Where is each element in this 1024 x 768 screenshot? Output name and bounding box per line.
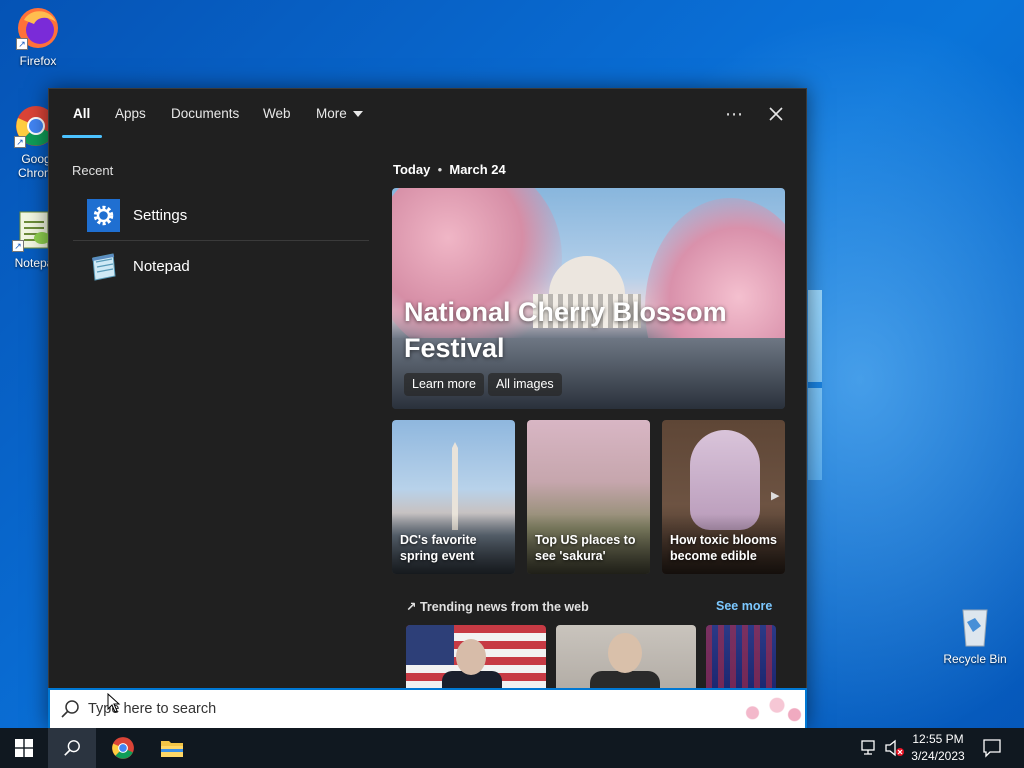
- gear-icon: [87, 199, 120, 232]
- trending-thumbnail[interactable]: [406, 625, 546, 689]
- trending-up-icon: ↗: [406, 600, 417, 614]
- taskbar-clock[interactable]: 12:55 PM 3/24/2023: [905, 731, 971, 765]
- desktop-icon-recycle-bin[interactable]: Recycle Bin: [937, 604, 1013, 666]
- windows-icon: [15, 739, 33, 757]
- notification-center-icon[interactable]: [982, 738, 1002, 768]
- search-tabs: All Apps Documents Web More ⋯: [49, 89, 806, 139]
- recent-item-label: Notepad: [133, 258, 190, 275]
- tab-all[interactable]: All: [73, 106, 90, 121]
- recent-item-notepad[interactable]: Notepad: [73, 241, 369, 291]
- trending-thumbnail[interactable]: [706, 625, 776, 689]
- recent-item-settings[interactable]: Settings: [73, 190, 369, 240]
- news-card[interactable]: Top US places to see 'sakura': [527, 420, 650, 574]
- chevron-down-icon: [352, 111, 363, 118]
- desktop-icon-label: Firefox: [19, 54, 57, 68]
- learn-more-button[interactable]: Learn more: [404, 373, 484, 396]
- network-icon[interactable]: [860, 739, 880, 768]
- recycle-bin-icon: [953, 604, 997, 648]
- trending-heading: ↗ Trending news from the web: [406, 599, 589, 614]
- search-icon: [61, 700, 79, 718]
- tab-documents[interactable]: Documents: [171, 106, 239, 121]
- mouse-cursor-icon: [107, 693, 121, 713]
- taskbar: 12:55 PM 3/24/2023: [0, 728, 1024, 768]
- tab-more[interactable]: More: [316, 106, 363, 121]
- trending-title: Trending news from the web: [419, 600, 589, 614]
- wallpaper-logo-glow: [808, 290, 822, 480]
- trending-thumbnail[interactable]: [556, 625, 696, 689]
- recent-heading: Recent: [72, 163, 114, 178]
- tab-more-label: More: [316, 106, 347, 121]
- today-date-header: Today • March 24: [393, 162, 506, 177]
- all-images-button[interactable]: All images: [488, 373, 562, 396]
- desktop-icon-label: Recycle Bin: [943, 652, 1007, 666]
- active-tab-indicator: [62, 135, 102, 138]
- news-card[interactable]: How toxic blooms become edible: [662, 420, 785, 574]
- volume-muted-icon[interactable]: [884, 739, 906, 768]
- taskbar-search-box: [48, 688, 807, 728]
- taskbar-chrome[interactable]: [99, 728, 147, 768]
- news-card[interactable]: DC's favorite spring event: [392, 420, 515, 574]
- firefox-icon: ↗: [16, 6, 60, 50]
- folder-icon: [161, 741, 183, 757]
- see-more-link[interactable]: See more: [716, 599, 772, 613]
- ellipsis-icon[interactable]: ⋯: [719, 101, 749, 127]
- hero-card[interactable]: National Cherry Blossom Festival Learn m…: [392, 188, 785, 409]
- search-icon: [64, 740, 80, 756]
- start-button[interactable]: [0, 728, 48, 768]
- recent-item-label: Settings: [133, 207, 188, 224]
- card-title: How toxic blooms become edible: [670, 533, 777, 563]
- desktop-icon-firefox[interactable]: ↗ Firefox: [0, 6, 76, 68]
- today-label: Today: [393, 162, 431, 177]
- today-date: March 24: [449, 162, 506, 177]
- taskbar-search-button[interactable]: [48, 728, 96, 768]
- clock-time: 12:55 PM: [912, 732, 964, 746]
- date-separator: •: [437, 162, 443, 177]
- tab-apps[interactable]: Apps: [115, 106, 146, 121]
- taskbar-file-explorer[interactable]: [148, 728, 196, 768]
- notepad-icon: [87, 250, 120, 283]
- card-title: DC's favorite spring event: [400, 533, 477, 563]
- chevron-right-icon[interactable]: ▶: [771, 489, 779, 502]
- tab-web[interactable]: Web: [263, 106, 291, 121]
- search-highlight-blossom-image: [735, 690, 805, 728]
- card-title: Top US places to see 'sakura': [535, 533, 636, 563]
- clock-date: 3/24/2023: [911, 749, 965, 763]
- search-input[interactable]: [88, 697, 708, 721]
- close-icon: [769, 107, 783, 121]
- close-button[interactable]: [761, 101, 791, 127]
- chrome-icon: [112, 737, 134, 759]
- hero-title: National Cherry Blossom Festival: [404, 297, 727, 363]
- search-panel: All Apps Documents Web More ⋯ Recent Set…: [48, 88, 807, 728]
